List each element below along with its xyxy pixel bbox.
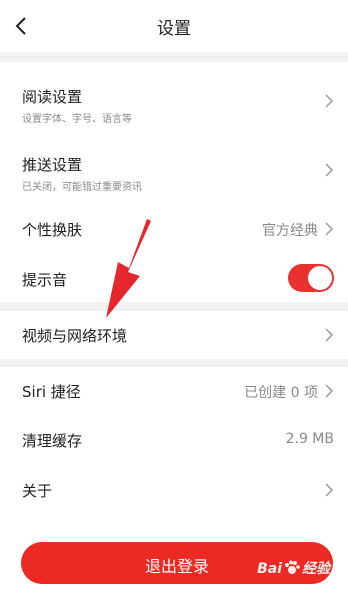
baidu-jingyan-watermark: Bai 经验 (257, 560, 330, 577)
chevron-right-icon (325, 222, 334, 236)
reading-settings-label: 阅读设置 (22, 88, 83, 106)
siri-shortcuts-value: 已创建 0 项 (244, 385, 318, 401)
notification-sound-toggle[interactable] (288, 264, 334, 292)
siri-shortcuts-row[interactable]: Siri 捷径 已创建 0 项 (0, 367, 348, 414)
notification-sound-row: 提示音 (0, 253, 348, 302)
about-row[interactable]: 关于 (0, 464, 348, 514)
cache-size-value: 2.9 MB (285, 431, 334, 447)
push-settings-label: 推送设置 (22, 156, 83, 174)
page-title: 设置 (157, 19, 191, 39)
section-divider (0, 302, 348, 311)
video-network-row[interactable]: 视频与网络环境 (0, 311, 348, 359)
chevron-right-icon (325, 483, 334, 497)
paw-logo-icon (285, 560, 300, 574)
notification-sound-label: 提示音 (22, 271, 68, 289)
chevron-right-icon (325, 94, 334, 108)
chevron-right-icon (325, 328, 334, 342)
theme-skin-label: 个性换肤 (22, 221, 83, 239)
siri-shortcuts-label: Siri 捷径 (22, 383, 81, 401)
clear-cache-row[interactable]: 清理缓存 2.9 MB (0, 414, 348, 464)
chevron-right-icon (325, 384, 334, 398)
video-network-label: 视频与网络环境 (22, 327, 128, 345)
push-settings-subtitle: 已关闭，可能错过重要资讯 (22, 182, 142, 193)
toggle-knob (308, 266, 332, 290)
clear-cache-label: 清理缓存 (22, 432, 83, 450)
theme-skin-value: 官方经典 (262, 223, 318, 239)
chevron-right-icon (325, 163, 334, 177)
section-divider (0, 359, 348, 367)
section-divider (0, 52, 348, 62)
theme-skin-row[interactable]: 个性换肤 官方经典 (0, 205, 348, 253)
top-nav-bar: 设置 (0, 0, 348, 52)
reading-settings-subtitle: 设置字体、字号、语言等 (22, 114, 132, 125)
push-settings-row[interactable]: 推送设置 已关闭，可能错过重要资讯 (0, 129, 348, 205)
reading-settings-row[interactable]: 阅读设置 设置字体、字号、语言等 (0, 62, 348, 129)
about-label: 关于 (22, 482, 53, 500)
